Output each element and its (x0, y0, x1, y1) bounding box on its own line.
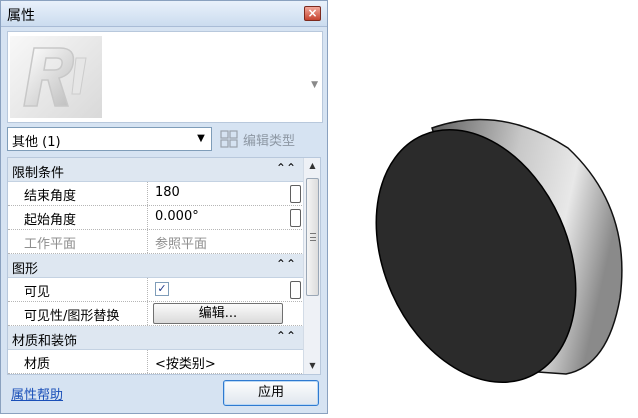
group-label: 材质和装饰 (12, 334, 78, 349)
edit-type-icon (220, 130, 238, 148)
group-header-graphics[interactable]: 图形 ⌃⌃ (8, 254, 304, 278)
properties-help-link[interactable]: 属性帮助 (11, 384, 63, 403)
revit-logo-icon (23, 47, 87, 107)
half-sphere-model[interactable] (370, 108, 632, 398)
property-row-end-angle[interactable]: 结束角度 180 (8, 182, 304, 206)
visibility-edit-button[interactable]: 编辑... (153, 303, 283, 324)
scroll-down-icon[interactable]: ▼ (304, 358, 320, 374)
type-selector-dropdown[interactable]: 其他 (1) ▼ (7, 127, 212, 151)
work-plane-value: 参照平面 (155, 237, 208, 252)
scroll-up-icon[interactable]: ▲ (304, 158, 320, 174)
type-selector-value: 其他 (1) (12, 135, 61, 150)
group-label: 图形 (12, 262, 39, 277)
property-row-visibility-overrides[interactable]: 可见性/图形替换 编辑... (8, 302, 304, 326)
title-bar[interactable]: 属性 × (1, 1, 327, 27)
property-name: 工作平面 (24, 237, 77, 252)
associate-parameter-button[interactable] (290, 281, 301, 299)
property-name: 可见 (24, 285, 51, 300)
grip-icon (310, 233, 316, 241)
close-button[interactable]: × (304, 6, 321, 21)
property-row-start-angle[interactable]: 起始角度 0.000° (8, 206, 304, 230)
collapse-icon[interactable]: ⌃⌃ (276, 257, 296, 271)
scroll-thumb[interactable] (306, 178, 319, 296)
start-angle-value[interactable]: 0.000° (155, 209, 199, 224)
group-label: 限制条件 (12, 166, 65, 181)
window-title: 属性 (7, 8, 35, 24)
property-row-work-plane: 工作平面 参照平面 (8, 230, 304, 254)
properties-scrollbar[interactable]: ▲ ▼ (303, 158, 320, 374)
collapse-icon[interactable]: ⌃⌃ (276, 161, 296, 175)
group-header-materials[interactable]: 材质和装饰 ⌃⌃ (8, 326, 304, 350)
family-thumbnail (10, 36, 102, 118)
edit-type-label: 编辑类型 (243, 134, 296, 149)
associate-parameter-button[interactable] (290, 185, 301, 203)
collapse-icon[interactable]: ⌃⌃ (276, 329, 296, 343)
type-preview: ▼ (7, 31, 323, 123)
chevron-down-icon[interactable]: ▼ (192, 129, 210, 149)
properties-palette: 属性 × ▼ 其他 (1) ▼ 编辑类型 限制条件 ⌃⌃ 结束角度 180 起始… (0, 0, 328, 414)
property-name: 起始角度 (24, 213, 77, 228)
group-header-constraints[interactable]: 限制条件 ⌃⌃ (8, 158, 304, 182)
end-angle-value[interactable]: 180 (155, 185, 180, 200)
visible-checkbox[interactable]: ✓ (155, 282, 169, 296)
property-name: 材质 (24, 357, 51, 372)
associate-parameter-button[interactable] (290, 209, 301, 227)
property-row-material[interactable]: 材质 <按类别> (8, 350, 304, 374)
close-icon: × (307, 6, 318, 20)
property-row-visible[interactable]: 可见 ✓ (8, 278, 304, 302)
properties-grid: 限制条件 ⌃⌃ 结束角度 180 起始角度 0.000° 工作平面 参照平面 图… (7, 157, 321, 375)
apply-button[interactable]: 应用 (223, 380, 319, 406)
preview-dropdown-arrow-icon[interactable]: ▼ (311, 80, 318, 90)
property-name: 可见性/图形替换 (24, 309, 120, 324)
property-name: 结束角度 (24, 189, 77, 204)
checkmark-icon: ✓ (157, 282, 167, 295)
material-value[interactable]: <按类别> (155, 353, 216, 372)
